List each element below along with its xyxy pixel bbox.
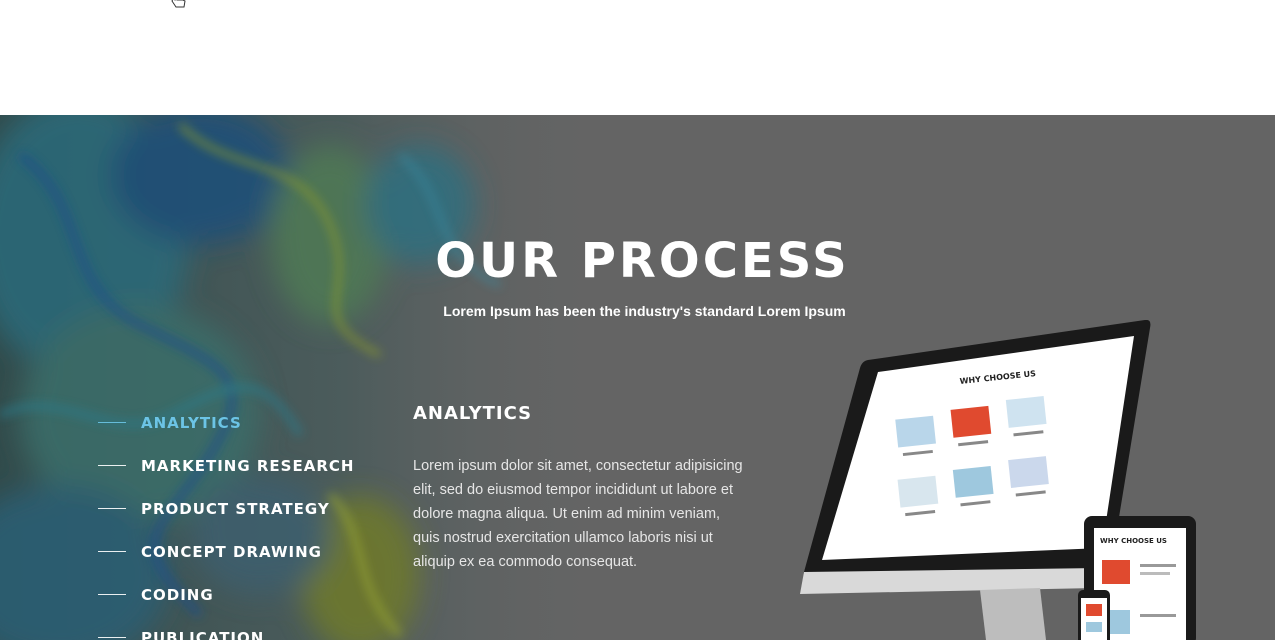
tab-concept-drawing[interactable]: CONCEPT DRAWING xyxy=(98,530,354,573)
tab-label: CODING xyxy=(141,585,214,604)
tab-publication[interactable]: PUBLICATION xyxy=(98,616,354,640)
tab-label: PRODUCT STRATEGY xyxy=(141,499,330,518)
tab-line-decoration xyxy=(98,637,126,638)
tab-line-decoration xyxy=(98,551,126,552)
tab-label: ANALYTICS xyxy=(141,413,242,432)
tab-line-decoration xyxy=(98,594,126,595)
tab-line-decoration xyxy=(98,465,126,466)
tab-label: PUBLICATION xyxy=(141,628,265,640)
hand-cursor-icon xyxy=(171,0,186,8)
tablet-heading: WHY CHOOSE US xyxy=(1100,537,1167,545)
devices-mockup-image: WHY CHOOSE US WHY CHOOSE US xyxy=(800,320,1196,640)
tab-label: CONCEPT DRAWING xyxy=(141,542,322,561)
tab-marketing-research[interactable]: MARKETING RESEARCH xyxy=(98,444,354,487)
tab-coding[interactable]: CODING xyxy=(98,573,354,616)
section-title: OUR PROCESS xyxy=(435,233,850,289)
detail-body: Lorem ipsum dolor sit amet, consectetur … xyxy=(413,458,743,570)
tab-label: MARKETING RESEARCH xyxy=(141,456,355,475)
top-white-area xyxy=(0,0,1275,115)
section-subtitle: Lorem Ipsum has been the industry's stan… xyxy=(443,303,846,319)
tab-line-decoration xyxy=(98,508,126,509)
process-tabs: ANALYTICS MARKETING RESEARCH PRODUCT STR… xyxy=(98,401,354,640)
phone-mockup xyxy=(1078,590,1110,640)
detail-title: ANALYTICS xyxy=(413,403,533,424)
tab-analytics[interactable]: ANALYTICS xyxy=(98,401,354,444)
process-section: OUR PROCESS Lorem Ipsum has been the ind… xyxy=(0,115,1275,640)
tab-line-decoration xyxy=(98,422,126,423)
tab-product-strategy[interactable]: PRODUCT STRATEGY xyxy=(98,487,354,530)
